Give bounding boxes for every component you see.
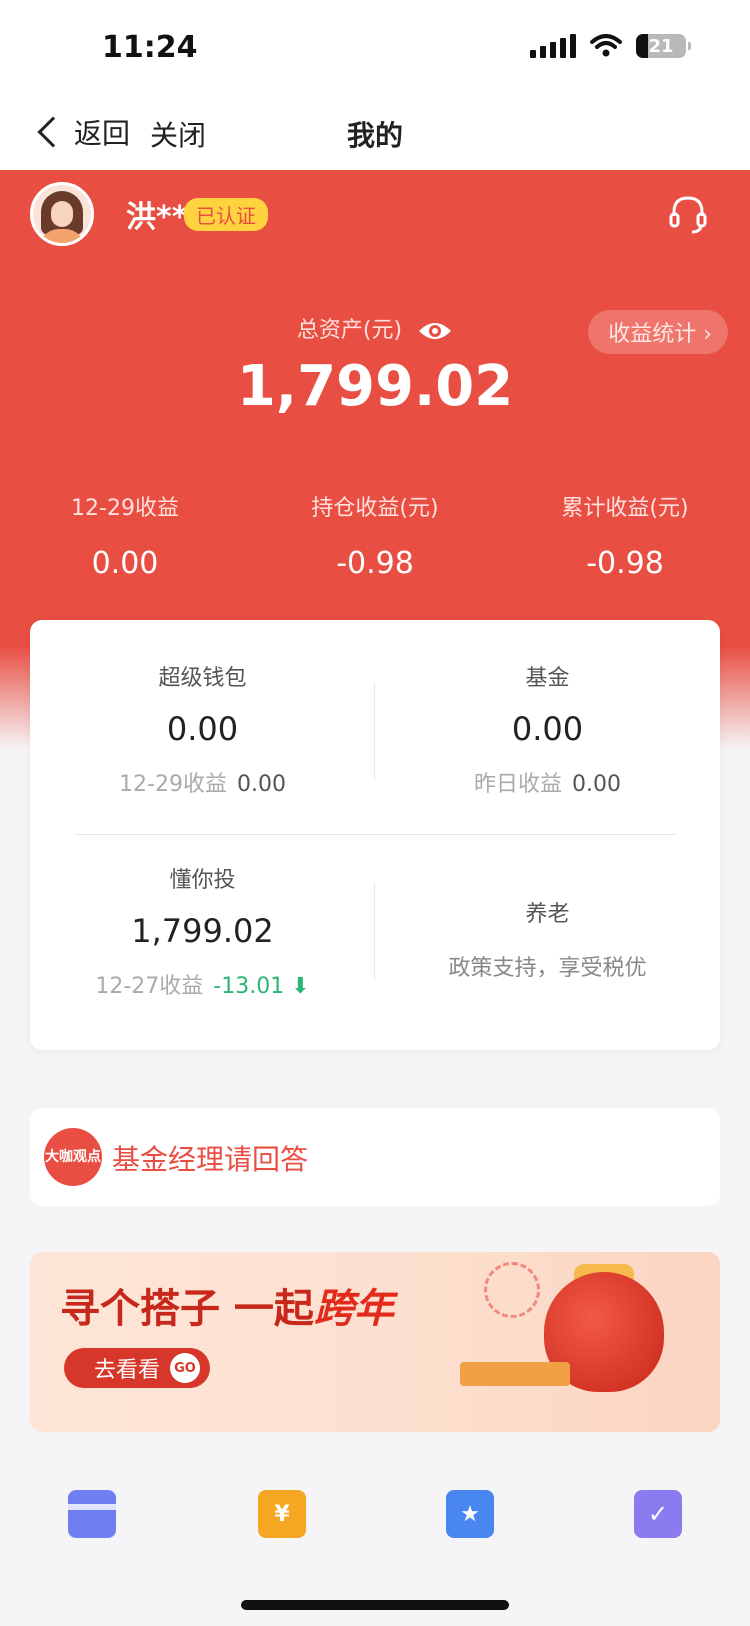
holding-earnings: 持仓收益(元) -0.98 <box>311 496 439 581</box>
pension-cell[interactable]: 养老 政策支持，享受税优 <box>375 896 720 982</box>
daily-earnings: 12-29收益 0.00 <box>71 496 179 581</box>
checklist-icon[interactable]: ✓ <box>634 1490 682 1538</box>
page-title: 我的 <box>346 119 403 152</box>
expert-opinion-badge-icon: 大咖观点 <box>44 1128 102 1186</box>
fund-cell[interactable]: 基金 0.00 昨日收益 0.00 <box>375 660 720 798</box>
wifi-icon <box>590 34 622 57</box>
fund-manager-qa[interactable]: 大咖观点 基金经理请回答 <box>30 1108 720 1206</box>
shortcut-row: ¥ ★ ✓ <box>0 1480 750 1570</box>
eye-icon[interactable] <box>417 319 453 343</box>
gold-ingot-icon <box>460 1362 570 1386</box>
qa-title: 基金经理请回答 <box>112 1143 309 1176</box>
customer-service-headset-icon[interactable] <box>666 192 710 236</box>
product-card: 超级钱包 0.00 12-29收益 0.00 基金 0.00 昨日收益 0.00 懂… <box>30 620 720 1050</box>
go-icon: GO <box>170 1353 201 1383</box>
firework-icon <box>484 1262 540 1318</box>
dongnitou-cell[interactable]: 懂你投 1,799.02 12-27收益 -13.01 ⬇ <box>30 862 375 1000</box>
view-button[interactable]: 去看看 GO <box>64 1348 211 1388</box>
status-bar: 11:24 21 <box>0 0 750 100</box>
home-indicator <box>241 1600 509 1610</box>
status-time: 11:24 <box>102 30 198 65</box>
nav-bar: 返回 关闭 我的 <box>0 100 750 170</box>
verified-badge: 已认证 <box>184 198 268 231</box>
total-assets-value: 1,799.02 <box>236 354 514 419</box>
cellular-signal-icon <box>530 34 576 58</box>
promo-banner[interactable]: 寻个搭子 一起跨年 去看看 GO <box>30 1252 720 1432</box>
battery-icon: 21 <box>636 34 691 58</box>
cumulative-earnings: 累计收益(元) -0.98 <box>561 496 689 581</box>
status-icons: 21 <box>530 34 691 58</box>
yen-coupon-icon[interactable]: ¥ <box>258 1490 306 1538</box>
card-icon[interactable] <box>68 1490 116 1538</box>
info-doc-icon[interactable]: ★ <box>446 1490 494 1538</box>
divider <box>74 834 676 835</box>
banner-title: 寻个搭子 一起跨年 <box>60 1286 394 1332</box>
super-wallet-cell[interactable]: 超级钱包 0.00 12-29收益 0.00 <box>30 660 375 798</box>
avatar[interactable] <box>30 182 94 246</box>
username: 洪** <box>126 200 188 235</box>
arrow-down-icon: ⬇ <box>291 974 310 999</box>
earnings-stats-button[interactable]: 收益统计 › <box>588 310 728 354</box>
